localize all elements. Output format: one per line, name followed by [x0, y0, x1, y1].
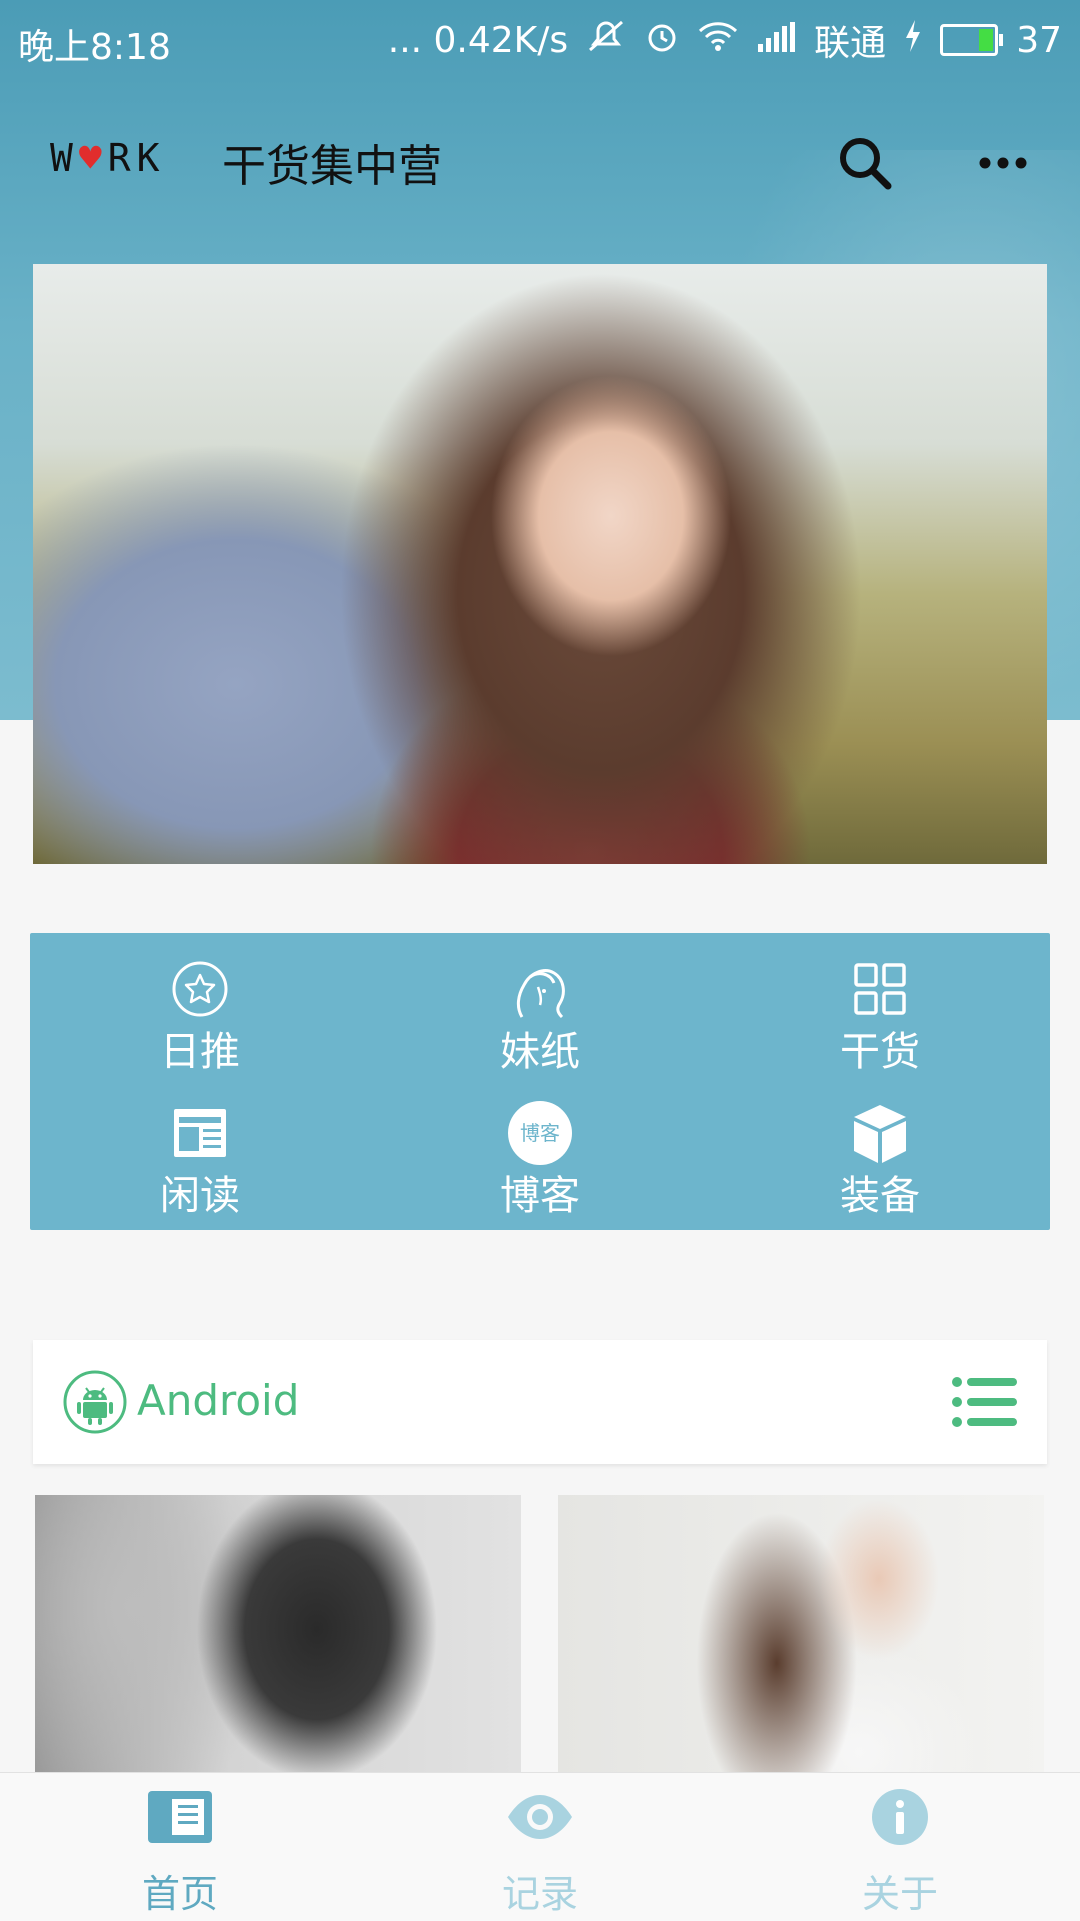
bottom-navigation: 首页 记录 关于: [0, 1772, 1080, 1921]
app-bar: W♥RK 干货集中营: [0, 100, 1080, 220]
more-icon: [979, 157, 1027, 169]
app-logo: W♥RK: [50, 136, 166, 180]
blog-badge-icon: 博客: [508, 1101, 572, 1165]
status-right: ... 0.42K/s 联通 37: [388, 14, 1062, 66]
category-grid: 日推 妹纸 干货 闲读 博客 博客 装备: [30, 933, 1050, 1230]
search-button[interactable]: [830, 128, 900, 198]
wifi-icon: [698, 20, 738, 61]
status-time: 晚上8:18: [18, 27, 171, 68]
category-label: 闲读: [160, 1173, 240, 1219]
list-icon[interactable]: [951, 1374, 1017, 1430]
mute-icon: [586, 18, 626, 63]
category-label: 妹纸: [500, 1029, 580, 1075]
info-icon: [872, 1789, 928, 1845]
battery-level: 37: [1016, 19, 1062, 61]
category-dry-goods[interactable]: 干货: [710, 941, 1050, 1081]
alarm-icon: [644, 18, 680, 63]
carrier-name: 联通: [814, 23, 887, 64]
star-circle-icon: [172, 961, 228, 1017]
android-icon: [63, 1370, 127, 1434]
newspaper-icon: [174, 1109, 226, 1157]
network-speed: ... 0.42K/s: [387, 19, 569, 61]
nav-label: 记录: [501, 1872, 578, 1916]
nav-records[interactable]: 记录: [360, 1773, 720, 1921]
android-item-thumbnail[interactable]: [558, 1495, 1044, 1775]
nav-home[interactable]: 首页: [0, 1773, 360, 1921]
charging-icon: [904, 19, 922, 61]
nav-about[interactable]: 关于: [720, 1773, 1080, 1921]
section-title: Android: [137, 1376, 300, 1425]
app-title: 干货集中营: [222, 141, 442, 192]
android-item-thumbnail[interactable]: [35, 1495, 521, 1775]
eye-icon: [508, 1795, 572, 1839]
category-reading[interactable]: 闲读: [30, 1085, 370, 1225]
category-label: 装备: [840, 1173, 920, 1219]
android-section-header[interactable]: Android: [33, 1340, 1047, 1464]
battery-icon: [940, 24, 1004, 56]
signal-icon: [756, 20, 796, 61]
category-label: 干货: [840, 1029, 920, 1075]
category-label: 博客: [500, 1173, 580, 1219]
blog-badge-text: 博客: [520, 1121, 560, 1145]
nav-label: 首页: [141, 1872, 218, 1916]
grid-icon: [854, 963, 906, 1015]
category-daily[interactable]: 日推: [30, 941, 370, 1081]
category-girls[interactable]: 妹纸: [370, 941, 710, 1081]
category-label: 日推: [160, 1029, 240, 1075]
more-options-button[interactable]: [968, 128, 1038, 198]
search-icon: [840, 138, 892, 190]
cube-icon: [854, 1105, 906, 1163]
category-equipment[interactable]: 装备: [710, 1085, 1050, 1225]
girl-icon: [516, 969, 565, 1019]
status-bar: 晚上8:18 ... 0.42K/s 联通 37: [0, 0, 1080, 80]
nav-label: 关于: [861, 1872, 938, 1916]
hero-banner-image[interactable]: [33, 264, 1047, 864]
category-blog[interactable]: 博客 博客: [370, 1085, 710, 1225]
home-page-icon: [148, 1791, 212, 1843]
